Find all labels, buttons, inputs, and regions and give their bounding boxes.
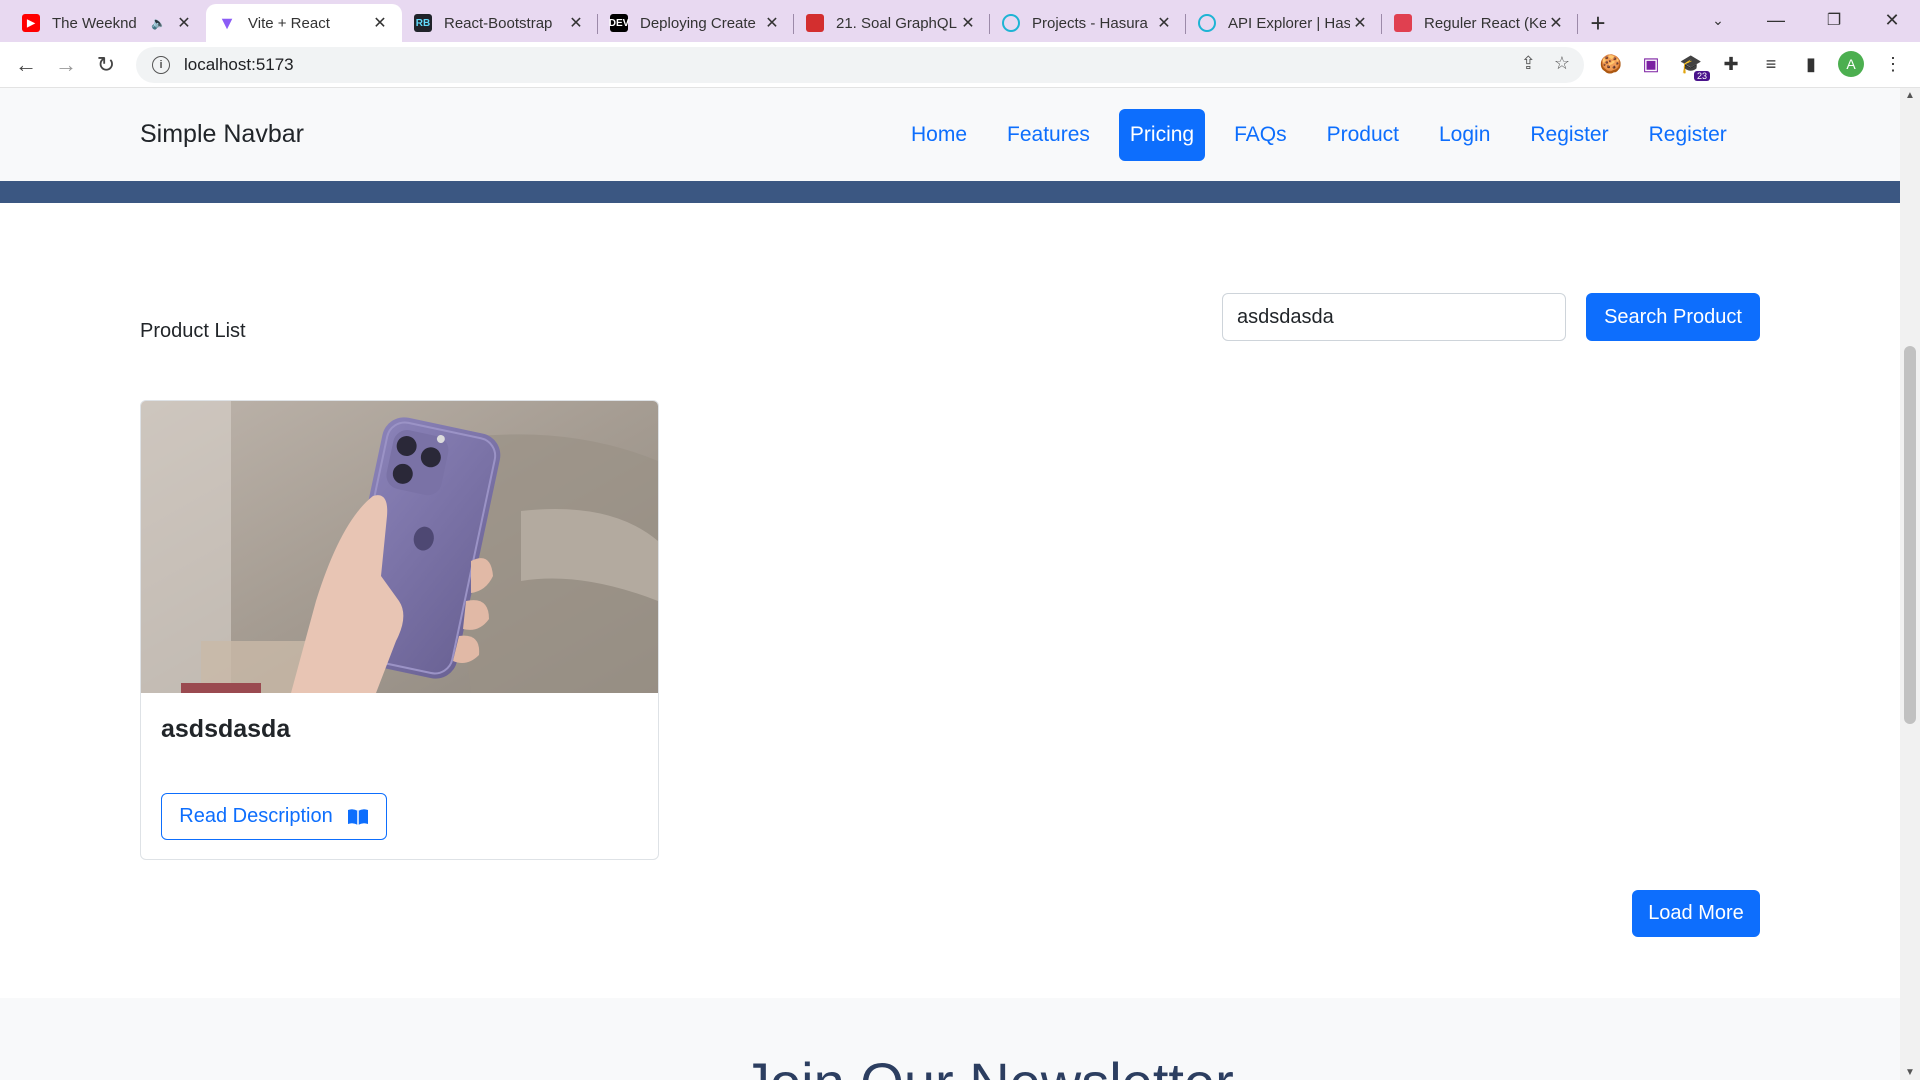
hasura-icon — [1002, 14, 1020, 32]
close-icon[interactable]: ✕ — [1546, 13, 1566, 33]
nav-links: Home Features Pricing FAQs Product Login… — [900, 109, 1756, 161]
tab-title: 21. Soal GraphQL — [836, 14, 957, 32]
nav-link-pricing[interactable]: Pricing — [1118, 109, 1206, 161]
tab-title: Reguler React (Ke — [1424, 14, 1546, 32]
close-icon[interactable]: ✕ — [1350, 13, 1370, 33]
nav-link-register-2[interactable]: Register — [1638, 109, 1738, 161]
new-tab-button[interactable]: + — [1578, 4, 1618, 42]
browser-tab-bar: ▶ The Weeknd 🔈 ✕ ▼ Vite + React ✕ RB Rea… — [0, 0, 1920, 42]
book-open-icon — [347, 808, 368, 825]
tab-title: Deploying Create — [640, 14, 756, 32]
avatar[interactable]: A — [1836, 49, 1866, 79]
cookie-extension-icon[interactable]: 🍪 — [1596, 49, 1626, 79]
read-description-button[interactable]: Read Description — [161, 793, 387, 840]
info-icon[interactable]: i — [152, 56, 170, 74]
back-icon[interactable]: ← — [6, 45, 46, 85]
media-icon[interactable]: ≡ — [1756, 49, 1786, 79]
product-list-title: Product List — [140, 320, 246, 342]
browser-tab[interactable]: API Explorer | Has ✕ — [1186, 4, 1382, 42]
react-bootstrap-icon: RB — [414, 14, 432, 32]
browser-tab[interactable]: Reguler React (Ke ✕ — [1382, 4, 1578, 42]
scroll-down-icon[interactable]: ▼ — [1900, 1067, 1920, 1078]
newsletter-title: Join Our Newsletter — [742, 1050, 1234, 1080]
tab-title: Vite + React — [248, 14, 330, 32]
nav-link-home[interactable]: Home — [900, 109, 978, 161]
product-card: asdsdasda Read Description — [140, 400, 659, 860]
product-name: asdsdasda — [161, 715, 291, 743]
read-description-label: Read Description — [179, 805, 333, 827]
close-window-button[interactable]: ✕ — [1864, 0, 1920, 40]
newsletter-section: Join Our Newsletter — [0, 998, 1900, 1080]
load-more-button[interactable]: Load More — [1632, 890, 1760, 937]
browser-tab-active[interactable]: ▼ Vite + React ✕ — [206, 4, 402, 42]
url-text: localhost:5173 — [184, 55, 294, 74]
tie-icon — [1394, 14, 1412, 32]
close-icon[interactable]: ✕ — [370, 13, 390, 33]
puzzle-icon[interactable]: ✚ — [1716, 49, 1746, 79]
side-panel-icon[interactable]: ▮ — [1796, 49, 1826, 79]
star-icon[interactable]: ☆ — [1554, 53, 1570, 74]
share-icon[interactable]: ⇪ — [1521, 53, 1536, 74]
scroll-up-icon[interactable]: ▲ — [1900, 90, 1920, 101]
search-input[interactable] — [1222, 293, 1566, 341]
browser-tab[interactable]: 21. Soal GraphQL ✕ — [794, 4, 990, 42]
more-menu-icon[interactable]: ⋮ — [1878, 49, 1908, 79]
browser-tab[interactable]: RB React-Bootstrap ✕ — [402, 4, 598, 42]
minimize-button[interactable]: — — [1748, 0, 1804, 40]
speaker-icon[interactable]: 🔈 — [151, 16, 166, 30]
extension-badge: 23 — [1693, 71, 1710, 81]
browser-tab[interactable]: Projects - Hasura ✕ — [990, 4, 1186, 42]
address-bar[interactable]: i localhost:5173 ⇪ ☆ — [136, 47, 1584, 83]
forward-icon[interactable]: → — [46, 45, 86, 85]
vite-icon: ▼ — [218, 12, 236, 33]
nav-link-login[interactable]: Login — [1428, 109, 1501, 161]
tab-title: React-Bootstrap — [444, 14, 553, 32]
close-icon[interactable]: ✕ — [958, 13, 978, 33]
page-scrollbar[interactable]: ▲ ▼ — [1900, 88, 1920, 1080]
nav-link-register[interactable]: Register — [1519, 109, 1619, 161]
extension-icon[interactable]: ▣ — [1636, 49, 1666, 79]
nav-link-product[interactable]: Product — [1316, 109, 1410, 161]
reload-icon[interactable]: ↻ — [86, 45, 126, 85]
search-product-button[interactable]: Search Product — [1586, 293, 1760, 341]
product-image — [141, 401, 658, 693]
restore-button[interactable]: ❐ — [1806, 0, 1862, 40]
scroll-thumb[interactable] — [1904, 346, 1916, 724]
hasura-icon — [1198, 14, 1216, 32]
site-navbar: Simple Navbar Home Features Pricing FAQs… — [0, 88, 1900, 181]
tab-title: API Explorer | Has — [1228, 14, 1350, 32]
nav-link-faqs[interactable]: FAQs — [1223, 109, 1298, 161]
page-viewport: Simple Navbar Home Features Pricing FAQs… — [0, 88, 1900, 1080]
nav-link-features[interactable]: Features — [996, 109, 1101, 161]
navbar-brand[interactable]: Simple Navbar — [140, 120, 304, 149]
close-icon[interactable]: ✕ — [762, 13, 782, 33]
tab-title: Projects - Hasura — [1032, 14, 1148, 32]
dev-icon: DEV — [609, 14, 629, 32]
book-icon — [806, 14, 824, 32]
close-icon[interactable]: ✕ — [566, 13, 586, 33]
tab-title: The Weeknd — [52, 14, 137, 32]
tab-search-icon[interactable]: ⌄ — [1690, 0, 1746, 40]
close-icon[interactable]: ✕ — [174, 13, 194, 33]
header-band — [0, 181, 1900, 203]
browser-tab[interactable]: DEV Deploying Create ✕ — [598, 4, 794, 42]
browser-tab[interactable]: ▶ The Weeknd 🔈 ✕ — [10, 4, 206, 42]
close-icon[interactable]: ✕ — [1154, 13, 1174, 33]
youtube-icon: ▶ — [22, 14, 40, 32]
browser-toolbar: ← → ↻ i localhost:5173 ⇪ ☆ 🍪 ▣ 🎓 23 ✚ ≡ … — [0, 42, 1920, 88]
graduation-extension-icon[interactable]: 🎓 23 — [1676, 49, 1710, 81]
